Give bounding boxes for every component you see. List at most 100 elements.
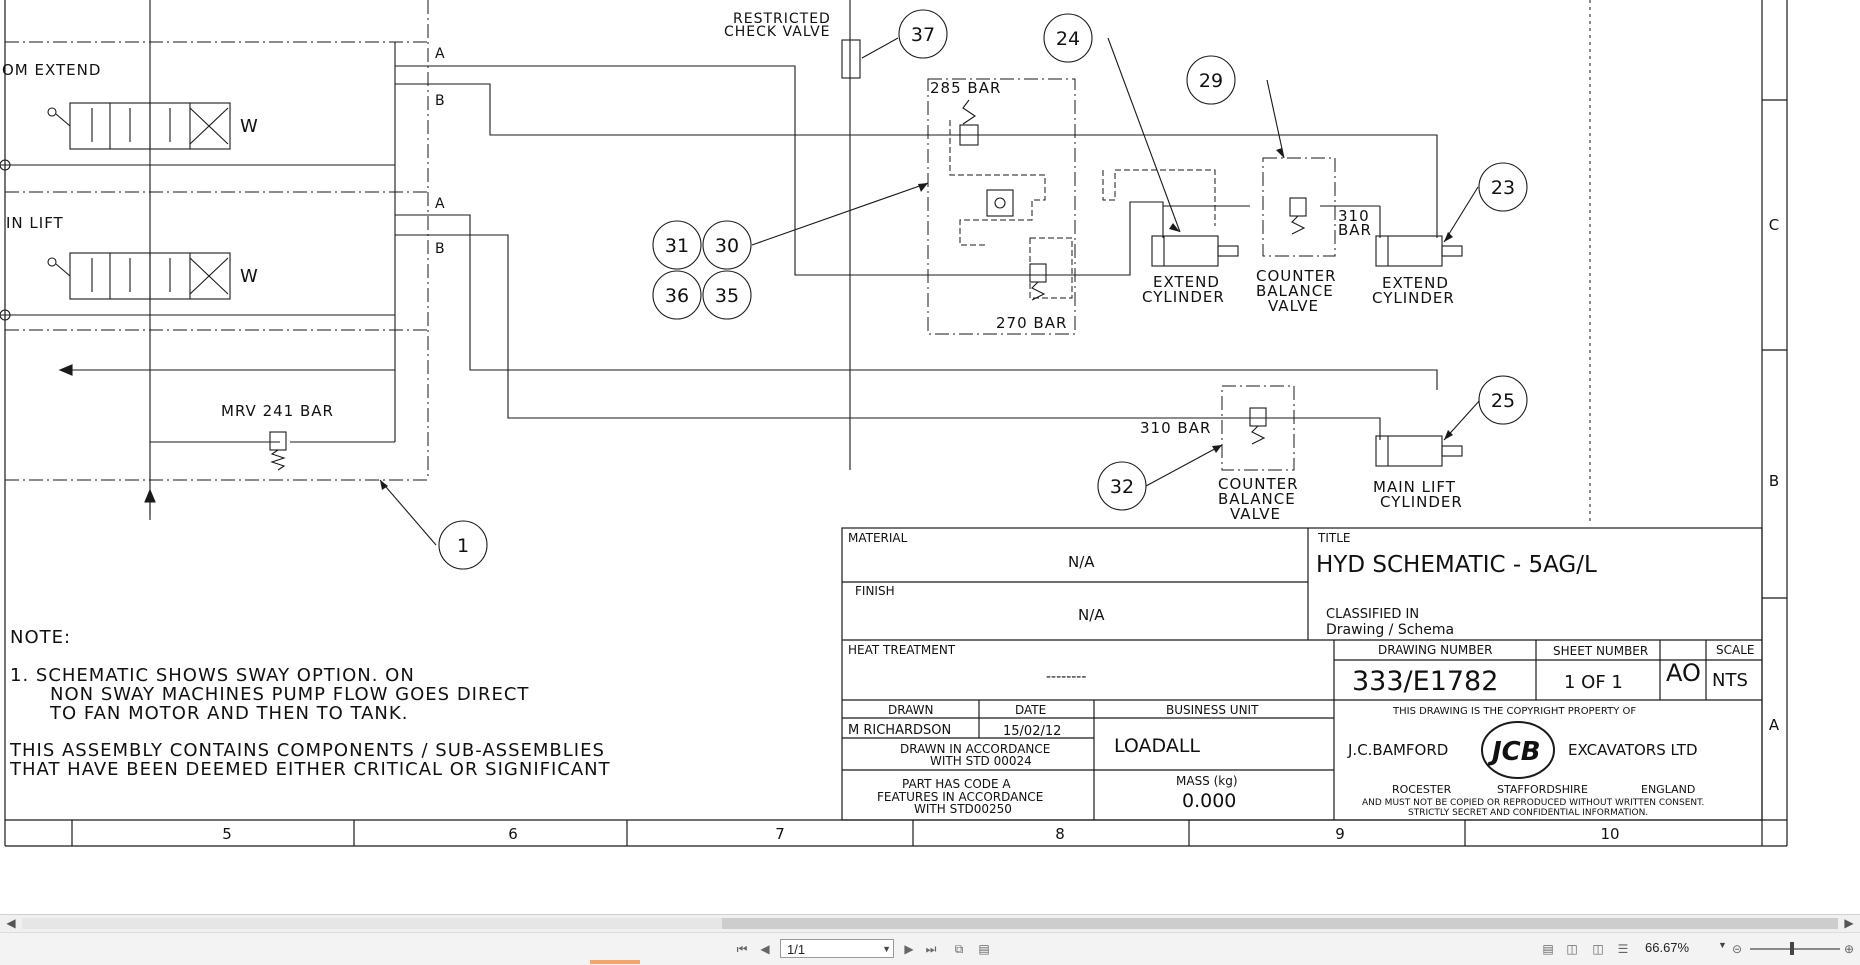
tb-material-value: N/A <box>1068 553 1095 571</box>
tb-size: AO <box>1666 659 1701 687</box>
tb-business-unit: LOADALL <box>1114 735 1200 757</box>
label-port-b1: B <box>435 93 446 109</box>
page-dropdown-icon[interactable]: ▼ <box>882 940 891 959</box>
scroll-right-icon[interactable]: ▶ <box>1842 916 1856 930</box>
label-main-lift-cyl-2: CYLINDER <box>1380 493 1463 511</box>
tb-loc-2: STAFFORDSHIRE <box>1497 783 1588 796</box>
tb-finish-label: FINISH <box>855 584 895 598</box>
tb-heat-label: HEAT TREATMENT <box>848 643 956 657</box>
zone-c: C <box>1769 216 1779 234</box>
zone-7: 7 <box>775 825 785 843</box>
first-page-icon[interactable]: ⏮ <box>733 940 751 958</box>
balloon-30-label: 30 <box>715 235 739 257</box>
tb-disclaimer-2: STRICTLY SECRET AND CONFIDENTIAL INFORMA… <box>1408 808 1648 818</box>
label-310-b: BAR <box>1338 221 1372 239</box>
tb-mass-label: MASS (kg) <box>1176 774 1238 788</box>
tb-classified-label: CLASSIFIED IN <box>1326 607 1419 622</box>
balloon-35-label: 35 <box>715 285 739 307</box>
tb-std-2: WITH STD 00024 <box>930 754 1032 768</box>
tb-classified-value: Drawing / Schema <box>1326 622 1454 638</box>
tb-date: 15/02/12 <box>1003 724 1061 739</box>
balloon-31-label: 31 <box>665 235 689 257</box>
tb-sheet-number: 1 OF 1 <box>1564 672 1623 693</box>
svg-text:JCB: JCB <box>1487 737 1541 767</box>
label-port-a1: A <box>435 46 446 62</box>
page-number-input[interactable]: 1/1 ▼ <box>780 939 894 958</box>
scroll-left-icon[interactable]: ◀ <box>4 916 18 930</box>
note-2-line-2: THAT HAVE BEEN DEEMED EITHER CRITICAL OR… <box>9 759 611 780</box>
prev-page-icon[interactable]: ◀ <box>756 940 774 958</box>
zone-10: 10 <box>1600 825 1619 843</box>
last-page-icon[interactable]: ⏭ <box>922 940 940 958</box>
tb-scale-label: SCALE <box>1716 643 1754 657</box>
label-cbv-top-3: VALVE <box>1268 297 1319 315</box>
zone-b: B <box>1769 472 1779 490</box>
schematic-drawing: 1 37 24 29 23 25 31 30 36 35 32 OM EXTEN… <box>0 0 1788 847</box>
label-310-bar-low: 310 BAR <box>1140 419 1211 437</box>
balloon-23-label: 23 <box>1491 177 1515 199</box>
zoom-slider-thumb[interactable] <box>1790 942 1794 955</box>
tb-drawing-number: 333/E1782 <box>1352 666 1498 697</box>
zoom-out-icon[interactable]: ⊝ <box>1728 940 1746 958</box>
label-main-lift: IN LIFT <box>6 214 64 232</box>
balloon-37-label: 37 <box>911 24 935 46</box>
label-w2: W <box>240 266 259 287</box>
tb-drawing-number-label: DRAWING NUMBER <box>1378 643 1492 657</box>
fit-icon[interactable]: ▤ <box>975 940 993 958</box>
viewer-toolbar: ⏮ ◀ 1/1 ▼ ▶ ⏭ ⧉ ▤ ▤ ◫ ◫ ☰ 66.67% ▼ ⊝ ⊕ <box>0 932 1860 965</box>
jcb-logo: JCB <box>1481 721 1555 779</box>
label-check-valve: CHECK VALVE <box>724 24 831 40</box>
note-1-line-2: NON SWAY MACHINES PUMP FLOW GOES DIRECT <box>50 684 529 705</box>
zoom-slider[interactable] <box>1750 948 1840 950</box>
label-boom-extend: OM EXTEND <box>2 61 101 79</box>
tb-company-left: J.C.BAMFORD <box>1347 741 1448 759</box>
tb-loc-1: ROCESTER <box>1392 783 1452 796</box>
label-270-bar: 270 BAR <box>996 314 1067 332</box>
tb-company-right: EXCAVATORS LTD <box>1568 741 1698 759</box>
tb-material-label: MATERIAL <box>848 531 908 545</box>
copy-icon[interactable]: ⧉ <box>950 940 968 958</box>
tb-loc-3: ENGLAND <box>1641 783 1695 796</box>
label-extend-cyl-r2: CYLINDER <box>1372 289 1455 307</box>
label-mrv: MRV 241 BAR <box>221 402 334 420</box>
balloon-1-label: 1 <box>457 535 469 557</box>
next-page-icon[interactable]: ▶ <box>900 940 918 958</box>
label-w1: W <box>240 116 259 137</box>
zoom-in-icon[interactable]: ⊕ <box>1840 940 1858 958</box>
zone-a: A <box>1769 716 1780 734</box>
zoom-level[interactable]: 66.67% <box>1645 940 1689 955</box>
tb-title-value: HYD SCHEMATIC - 5AG/L <box>1316 552 1597 578</box>
tb-heat-value: -------- <box>1046 669 1086 685</box>
note-2-line-1: THIS ASSEMBLY CONTAINS COMPONENTS / SUB-… <box>9 740 605 761</box>
horizontal-scrollbar[interactable]: ◀ ▶ <box>0 914 1860 933</box>
document-viewport[interactable]: 1 37 24 29 23 25 31 30 36 35 32 OM EXTEN… <box>0 0 1860 914</box>
tb-drawn-by: M RICHARDSON <box>848 723 951 738</box>
single-page-icon[interactable]: ▤ <box>1539 940 1557 958</box>
zone-9: 9 <box>1335 825 1345 843</box>
scroll-thumb[interactable] <box>722 918 1838 929</box>
zoom-dropdown-icon[interactable]: ▼ <box>1718 940 1727 950</box>
balloon-29-label: 29 <box>1199 70 1223 92</box>
balloon-36-label: 36 <box>665 285 689 307</box>
label-port-b2: B <box>435 241 446 257</box>
continuous-icon[interactable]: ◫ <box>1563 940 1581 958</box>
page-indicator: 1/1 <box>787 942 806 957</box>
tb-scale: NTS <box>1712 670 1748 691</box>
tb-disclaimer-1: AND MUST NOT BE COPIED OR REPRODUCED WIT… <box>1362 798 1704 808</box>
note-1-line-1: 1. SCHEMATIC SHOWS SWAY OPTION. ON <box>10 665 415 686</box>
taskbar-accent <box>590 960 640 964</box>
tb-copyright: THIS DRAWING IS THE COPYRIGHT PROPERTY O… <box>1392 706 1636 717</box>
tb-date-label: DATE <box>1015 703 1046 717</box>
tb-title-label: TITLE <box>1317 531 1350 545</box>
two-continuous-icon[interactable]: ☰ <box>1614 940 1632 958</box>
tb-drawn-label: DRAWN <box>888 703 934 717</box>
balloon-24-label: 24 <box>1056 28 1080 50</box>
two-page-icon[interactable]: ◫ <box>1589 940 1607 958</box>
note-heading: NOTE: <box>10 627 71 648</box>
label-285-bar: 285 BAR <box>930 79 1001 97</box>
balloon-25-label: 25 <box>1491 390 1515 412</box>
label-cbv-low-3: VALVE <box>1230 505 1281 523</box>
zone-8: 8 <box>1055 825 1065 843</box>
balloon-32-label: 32 <box>1110 476 1134 498</box>
tb-sheet-label: SHEET NUMBER <box>1553 644 1648 658</box>
